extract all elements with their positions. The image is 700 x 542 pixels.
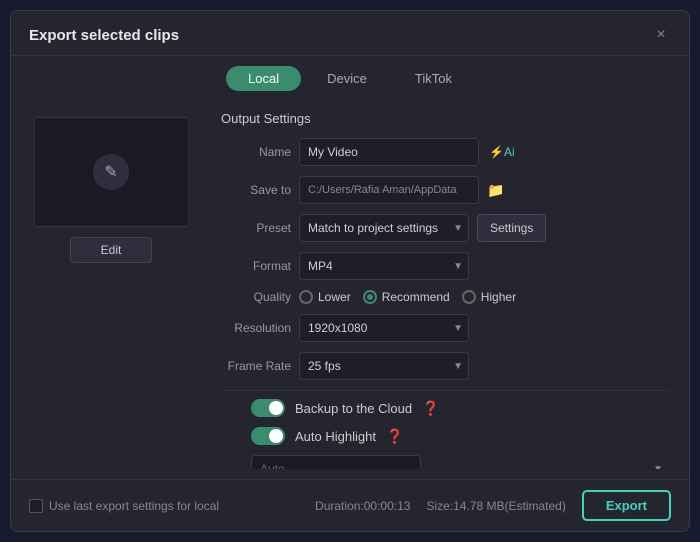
modal-body: ✎ Edit Output Settings Name ⚡Ai Save to … xyxy=(11,97,689,479)
name-input[interactable] xyxy=(299,138,479,166)
save-path-input[interactable]: C:/Users/Rafia Aman/AppData xyxy=(299,176,479,204)
tab-local[interactable]: Local xyxy=(226,66,301,91)
preview-thumbnail: ✎ xyxy=(34,117,189,227)
quality-recommend-radio[interactable] xyxy=(363,290,377,304)
export-modal: Export selected clips × Local Device Tik… xyxy=(10,10,690,532)
format-label: Format xyxy=(221,259,291,273)
auto-select-wrapper: Auto ▼ xyxy=(251,455,669,469)
name-row: Name ⚡Ai xyxy=(221,138,669,166)
cloud-help-icon[interactable]: ❓ xyxy=(422,400,439,417)
size-info: Size:14.78 MB(Estimated) xyxy=(426,499,565,513)
framerate-row: Frame Rate 25 fps ▼ xyxy=(221,352,669,380)
tab-tiktok[interactable]: TikTok xyxy=(393,66,474,91)
resolution-select-wrapper: 1920x1080 ▼ xyxy=(299,314,469,342)
auto-select[interactable]: Auto xyxy=(251,455,421,469)
edit-button[interactable]: Edit xyxy=(70,237,153,263)
divider-1 xyxy=(221,390,669,391)
name-label: Name xyxy=(221,145,291,159)
framerate-select[interactable]: 25 fps xyxy=(299,352,469,380)
cloud-backup-row: Backup to the Cloud ❓ xyxy=(221,399,669,417)
modal-title: Export selected clips xyxy=(29,27,179,44)
quality-recommend-option[interactable]: Recommend xyxy=(363,290,450,304)
footer-left: Use last export settings for local xyxy=(29,499,219,513)
quality-higher-option[interactable]: Higher xyxy=(462,290,516,304)
resolution-label: Resolution xyxy=(221,321,291,335)
close-button[interactable]: × xyxy=(651,25,671,45)
footer-center: Duration:00:00:13 Size:14.78 MB(Estimate… xyxy=(315,490,671,521)
preset-label: Preset xyxy=(221,221,291,235)
quality-recommend-label: Recommend xyxy=(382,290,450,304)
quality-lower-option[interactable]: Lower xyxy=(299,290,351,304)
quality-label: Quality xyxy=(221,290,291,304)
use-last-settings-checkbox[interactable] xyxy=(29,499,43,513)
tab-bar: Local Device TikTok xyxy=(11,56,689,97)
resolution-row: Resolution 1920x1080 ▼ xyxy=(221,314,669,342)
quality-row: Quality Lower Recommend Higher xyxy=(221,290,669,304)
quality-lower-label: Lower xyxy=(318,290,351,304)
quality-radio-group: Lower Recommend Higher xyxy=(299,290,516,304)
preset-select[interactable]: Match to project settings xyxy=(299,214,469,242)
save-to-label: Save to xyxy=(221,183,291,197)
resolution-select[interactable]: 1920x1080 xyxy=(299,314,469,342)
auto-highlight-label: Auto Highlight xyxy=(295,429,376,444)
preview-section: ✎ Edit xyxy=(11,107,211,469)
output-settings-title: Output Settings xyxy=(221,111,669,126)
ai-icon[interactable]: ⚡Ai xyxy=(489,145,515,159)
cloud-backup-toggle[interactable] xyxy=(251,399,285,417)
settings-button[interactable]: Settings xyxy=(477,214,546,242)
format-select[interactable]: MP4 xyxy=(299,252,469,280)
use-last-settings-label: Use last export settings for local xyxy=(49,499,219,513)
save-to-row: Save to C:/Users/Rafia Aman/AppData 📁 xyxy=(221,176,669,204)
settings-section: Output Settings Name ⚡Ai Save to C:/User… xyxy=(211,107,689,469)
quality-lower-radio[interactable] xyxy=(299,290,313,304)
use-last-settings-checkbox-wrapper[interactable]: Use last export settings for local xyxy=(29,499,219,513)
framerate-select-wrapper: 25 fps ▼ xyxy=(299,352,469,380)
preset-select-wrapper: Match to project settings ▼ xyxy=(299,214,469,242)
modal-header: Export selected clips × xyxy=(11,11,689,56)
folder-icon[interactable]: 📁 xyxy=(487,182,504,199)
framerate-label: Frame Rate xyxy=(221,359,291,373)
quality-higher-label: Higher xyxy=(481,290,516,304)
duration-info: Duration:00:00:13 xyxy=(315,499,410,513)
quality-higher-radio[interactable] xyxy=(462,290,476,304)
highlight-help-icon[interactable]: ❓ xyxy=(386,428,403,445)
auto-select-container: Auto ▼ xyxy=(251,455,669,469)
cloud-backup-label: Backup to the Cloud xyxy=(295,401,412,416)
auto-highlight-row: Auto Highlight ❓ xyxy=(221,427,669,445)
modal-footer: Use last export settings for local Durat… xyxy=(11,479,689,531)
export-button[interactable]: Export xyxy=(582,490,671,521)
auto-chevron-icon: ▼ xyxy=(653,464,663,470)
pencil-icon: ✎ xyxy=(93,154,129,190)
format-select-wrapper: MP4 ▼ xyxy=(299,252,469,280)
format-row: Format MP4 ▼ xyxy=(221,252,669,280)
preset-row: Preset Match to project settings ▼ Setti… xyxy=(221,214,669,242)
tab-device[interactable]: Device xyxy=(305,66,389,91)
auto-highlight-toggle[interactable] xyxy=(251,427,285,445)
